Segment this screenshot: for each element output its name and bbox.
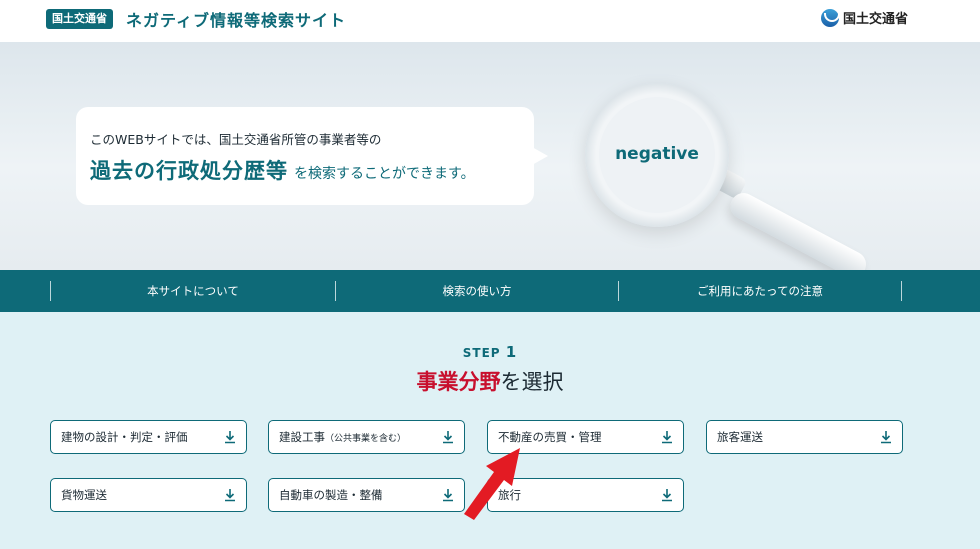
nav-item-how-to-search[interactable]: 検索の使い方 xyxy=(336,270,618,312)
download-arrow-icon xyxy=(225,431,235,444)
site-title[interactable]: ネガティブ情報等検索サイト xyxy=(126,7,346,31)
magnifier-lens-text: negative xyxy=(615,144,699,164)
site-header: 国土交通省 ネガティブ情報等検索サイト 国土交通省 xyxy=(0,0,980,42)
hero-headline: 過去の行政処分歴等 を検索することができます。 xyxy=(90,155,475,185)
category-label: 建物の設計・判定・評価 xyxy=(61,421,188,453)
step-heading-strong: 事業分野 xyxy=(416,370,501,394)
ministry-logo-text: 国土交通省 xyxy=(842,12,908,27)
download-arrow-icon xyxy=(662,431,672,444)
category-label: 貨物運送 xyxy=(61,479,107,511)
category-label-text: 建物の設計・判定・評価 xyxy=(61,430,188,444)
step-label: STEP 1 xyxy=(0,343,980,361)
main-nav: 本サイトについて 検索の使い方 ご利用にあたっての注意 xyxy=(0,270,980,312)
category-label: 自動車の製造・整備 xyxy=(279,479,383,511)
nav-divider xyxy=(901,281,902,301)
download-arrow-icon xyxy=(662,489,672,502)
category-label-text: 旅客運送 xyxy=(717,430,763,444)
red-pointer-arrow-icon xyxy=(464,448,520,520)
ministry-badge: 国土交通省 xyxy=(46,9,113,29)
category-label-note: （公共事業を含む） xyxy=(325,434,407,444)
ministry-logo[interactable]: 国土交通省 xyxy=(820,8,908,27)
hero-headline-strong: 過去の行政処分歴等 xyxy=(90,159,288,183)
magnifier-handle xyxy=(725,188,871,270)
step-label-number: 1 xyxy=(505,343,518,361)
ministry-logo-icon xyxy=(820,8,840,27)
category-label: 旅客運送 xyxy=(717,421,763,453)
hero-headline-rest: を検索することができます。 xyxy=(294,166,475,182)
hero-intro-text: このWEBサイトでは、国土交通省所管の事業者等の xyxy=(90,132,382,147)
category-label-text: 自動車の製造・整備 xyxy=(279,488,383,502)
category-label: 建設工事（公共事業を含む） xyxy=(279,421,406,455)
step-heading-rest: を選択 xyxy=(500,370,564,394)
step-label-prefix: STEP xyxy=(462,346,501,360)
nav-item-about[interactable]: 本サイトについて xyxy=(51,270,335,312)
download-arrow-icon xyxy=(225,489,235,502)
hero-speech-bubble: このWEBサイトでは、国土交通省所管の事業者等の 過去の行政処分歴等 を検索するこ… xyxy=(76,107,548,205)
category-label-text: 建設工事 xyxy=(279,430,325,444)
category-button-building-design[interactable]: 建物の設計・判定・評価 xyxy=(50,420,247,454)
category-button-construction[interactable]: 建設工事（公共事業を含む） xyxy=(268,420,465,454)
magnifier-lens: negative xyxy=(599,97,715,213)
category-button-vehicle-manufacturing[interactable]: 自動車の製造・整備 xyxy=(268,478,465,512)
step-heading: 事業分野を選択 xyxy=(0,366,980,396)
hero-banner: このWEBサイトでは、国土交通省所管の事業者等の 過去の行政処分歴等 を検索するこ… xyxy=(0,42,980,270)
nav-item-notes[interactable]: ご利用にあたっての注意 xyxy=(619,270,901,312)
category-button-passenger-transport[interactable]: 旅客運送 xyxy=(706,420,903,454)
magnifier-glass-icon: negative xyxy=(585,83,729,227)
category-button-freight-transport[interactable]: 貨物運送 xyxy=(50,478,247,512)
download-arrow-icon xyxy=(881,431,891,444)
category-label-text: 貨物運送 xyxy=(61,488,107,502)
